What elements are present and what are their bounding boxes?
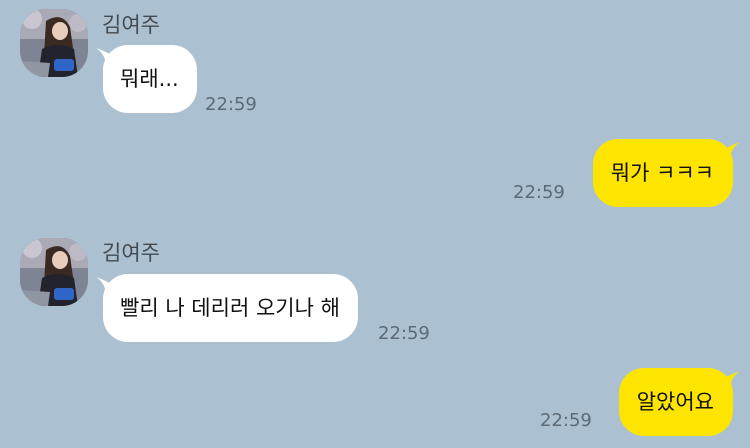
message-time: 22:59 <box>205 94 257 115</box>
message-bubble-outgoing[interactable]: 뭐가 ㅋㅋㅋ <box>592 139 733 207</box>
message-bubble-incoming[interactable]: 뭐래... <box>103 45 197 113</box>
sender-name: 김여주 <box>102 13 160 37</box>
message-time: 22:59 <box>378 323 430 344</box>
profile-photo-icon <box>20 238 88 306</box>
avatar[interactable] <box>20 238 88 306</box>
message-bubble-incoming[interactable]: 빨리 나 데리러 오기나 해 <box>103 274 358 342</box>
bubble-tail <box>718 142 740 158</box>
message-time: 22:59 <box>540 410 592 431</box>
message-bubble-outgoing[interactable]: 알았어요 <box>618 368 733 436</box>
avatar[interactable] <box>20 9 88 77</box>
message-time: 22:59 <box>513 182 565 203</box>
sender-name: 김여주 <box>102 241 160 265</box>
profile-photo-icon <box>20 9 88 77</box>
bubble-tail <box>718 371 740 387</box>
